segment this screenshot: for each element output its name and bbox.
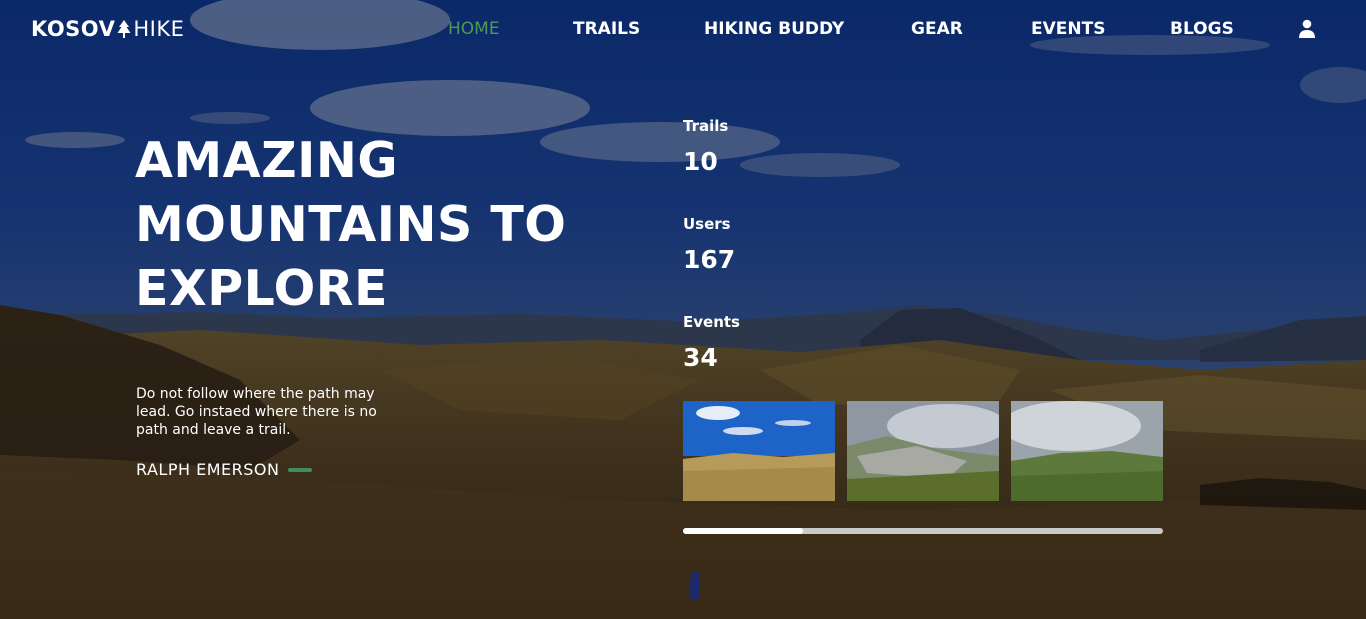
stat-value-users: 167 <box>683 245 736 274</box>
pine-tree-icon <box>116 19 132 39</box>
hero-quote: Do not follow where the path may lead. G… <box>136 386 377 438</box>
quote-author: RALPH EMERSON <box>136 460 313 479</box>
stat-label-trails: Trails <box>683 117 729 135</box>
hero-title-line: AMAZING <box>135 132 399 189</box>
hero-title-line: MOUNTAINS TO <box>135 196 567 253</box>
brand-name-bold: KOSOV <box>31 17 116 41</box>
nav-item-blogs[interactable]: BLOGS <box>1170 19 1234 39</box>
stat-value-events: 34 <box>683 343 718 372</box>
gallery-thumbnail-misty-rocky-slope[interactable] <box>847 401 999 501</box>
nav-item-trails[interactable]: TRAILS <box>573 19 640 39</box>
nav-item-home[interactable]: HOME <box>448 19 500 39</box>
nav-item-events[interactable]: EVENTS <box>1031 19 1105 39</box>
gallery-slider-track[interactable] <box>683 528 1163 534</box>
gallery-thumbnail-cloudy-green-meadow[interactable] <box>1011 401 1163 501</box>
gallery-slider-progress[interactable] <box>683 528 803 534</box>
stat-value-trails: 10 <box>683 147 718 176</box>
stat-label-users: Users <box>683 215 731 233</box>
hero-title: AMAZING MOUNTAINS TO EXPLORE <box>135 129 635 321</box>
top-navbar: KOSOV HIKE HOME TRAILS HIKING BUDDY GEAR… <box>0 0 1366 60</box>
quote-author-name: RALPH EMERSON <box>136 460 280 479</box>
gallery-thumbnail-blue-sky-valley[interactable] <box>683 401 835 501</box>
brand-logo[interactable]: KOSOV HIKE <box>31 17 184 41</box>
nav-item-hiking-buddy[interactable]: HIKING BUDDY <box>704 19 844 39</box>
nav-item-gear[interactable]: GEAR <box>911 19 963 39</box>
user-icon[interactable] <box>1298 19 1316 39</box>
stat-label-events: Events <box>683 313 740 331</box>
brand-name-thin: HIKE <box>133 17 185 41</box>
author-accent-line <box>288 467 313 472</box>
hero-title-line: EXPLORE <box>135 260 388 317</box>
